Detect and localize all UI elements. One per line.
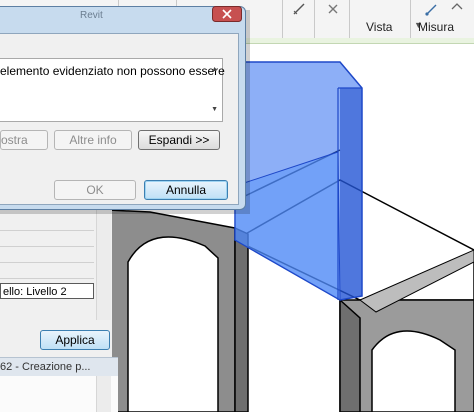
cancel-button[interactable]: Annulla: [144, 180, 228, 200]
warning-dialog: Revit elemento evidenziato non possono e…: [0, 6, 246, 210]
ribbon-separator: [282, 0, 283, 38]
ribbon-separator: [410, 0, 411, 38]
property-row[interactable]: [0, 246, 94, 247]
properties-scrollbar[interactable]: [96, 208, 111, 320]
ribbon-panel-vista[interactable]: Vista: [366, 20, 392, 34]
project-browser-header: 62 - Creazione p...: [0, 357, 118, 377]
dialog-title: Revit: [80, 10, 103, 21]
property-row[interactable]: [0, 278, 94, 279]
ribbon-separator: [349, 0, 350, 38]
scroll-up-icon[interactable]: ▲: [211, 66, 218, 73]
close-x-icon[interactable]: [326, 2, 340, 16]
tag-icon[interactable]: [450, 2, 464, 16]
apply-button[interactable]: Applica: [40, 330, 110, 350]
property-row[interactable]: [0, 230, 94, 231]
measure-icon[interactable]: [292, 2, 306, 16]
more-info-button[interactable]: Altre info: [54, 130, 132, 150]
project-browser-scrollbar[interactable]: [96, 376, 111, 412]
ok-button[interactable]: OK: [54, 180, 136, 200]
level-field[interactable]: ello: Livello 2: [0, 283, 94, 299]
expand-button[interactable]: Espandi >>: [138, 130, 220, 150]
scroll-down-icon[interactable]: ▼: [211, 106, 218, 113]
show-button[interactable]: ostra: [0, 130, 48, 150]
message-text: elemento evidenziato non possono essere: [0, 64, 225, 78]
property-row[interactable]: [0, 262, 94, 263]
ribbon-panel-misura[interactable]: Misura: [418, 20, 454, 34]
ribbon-separator: [314, 0, 315, 38]
dimension-icon[interactable]: [424, 2, 438, 16]
message-box: elemento evidenziato non possono essere …: [0, 58, 225, 122]
dialog-close-icon[interactable]: [212, 6, 242, 22]
dialog-body: elemento evidenziato non possono essere …: [0, 33, 239, 205]
